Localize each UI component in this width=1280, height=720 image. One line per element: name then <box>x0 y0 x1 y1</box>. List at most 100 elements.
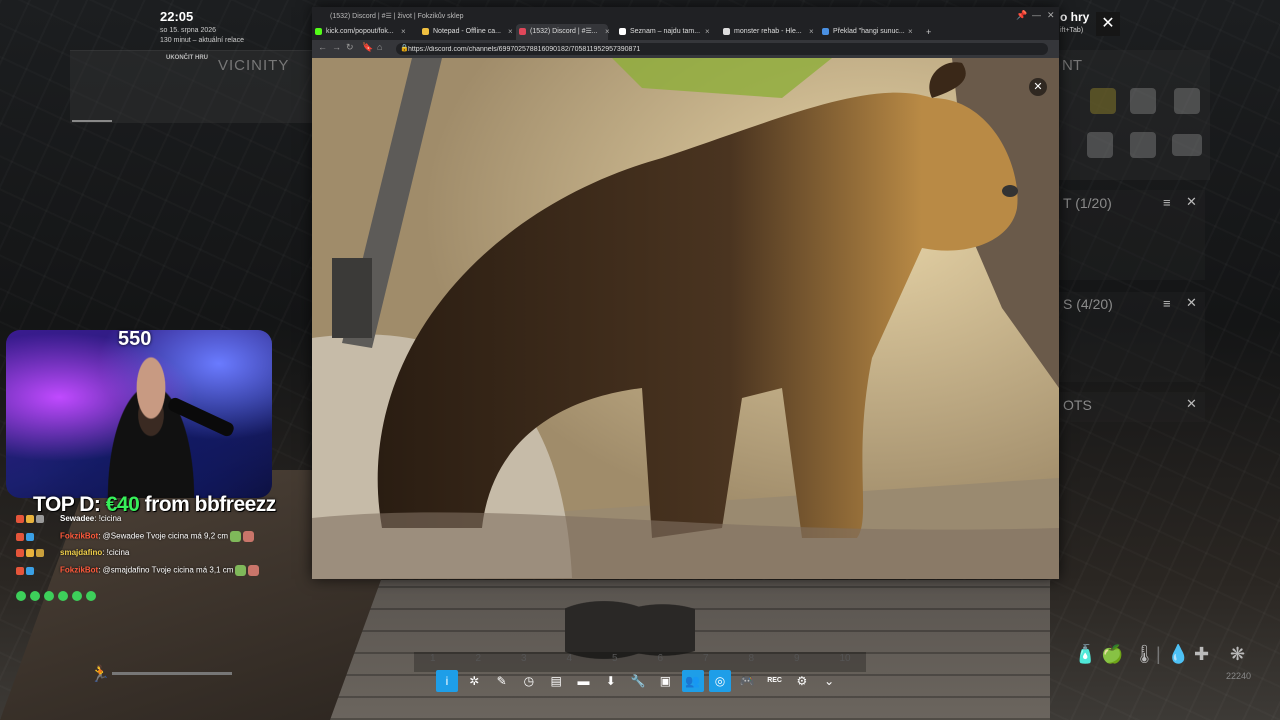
clock-icon[interactable]: ◷ <box>518 670 540 692</box>
tab-close-icon[interactable]: × <box>908 24 913 40</box>
tab-0[interactable]: kick.com/popout/fok... <box>312 24 404 40</box>
controller-icon[interactable]: 🎮 <box>736 670 758 692</box>
image-close-button[interactable]: ✕ <box>1029 78 1047 96</box>
tab-close-icon[interactable]: × <box>508 24 513 40</box>
hotbar-slot[interactable]: 8 <box>749 653 791 671</box>
badge-icon <box>16 514 24 523</box>
tab-1[interactable]: Notepad - Offline ca... <box>419 24 511 40</box>
wrench-icon[interactable]: 🔧 <box>627 670 649 692</box>
end-game-button[interactable]: UKONČIT HRU <box>166 55 208 61</box>
inventory-title-1: T (1/20) <box>1063 195 1112 211</box>
session-text: 130 minut – aktuální relace <box>160 37 245 44</box>
tab-favicon-icon <box>619 28 626 35</box>
badge-icon <box>26 514 34 523</box>
tab-close-icon[interactable]: × <box>809 24 814 40</box>
game-shortcut-hint: ift+Tab) <box>1060 27 1084 34</box>
friends-icon[interactable]: 👥 <box>681 670 704 692</box>
chat-username[interactable]: Sewadee <box>60 514 94 523</box>
tab-strip: kick.com/popout/fok... × Notepad - Offline… <box>312 24 1059 40</box>
hat-slot-icon[interactable] <box>1174 88 1200 114</box>
inventory-title-2: S (4/20) <box>1063 296 1113 312</box>
minimize-icon[interactable]: — <box>1032 10 1041 20</box>
water-drop-icon: 💧 <box>1167 644 1190 664</box>
close-icon[interactable]: ✕ <box>1186 194 1197 210</box>
screenshot-icon[interactable]: ▣ <box>654 670 676 692</box>
badge-icon <box>16 566 24 575</box>
home-icon[interactable]: ⌂ <box>377 42 382 52</box>
badge-icon <box>26 532 34 541</box>
badge-icon <box>26 566 34 575</box>
vicinity-bar <box>72 120 112 122</box>
chat-message: FokzikBot: @Sewadee Tvoje cicina má 9,2 … <box>16 531 255 542</box>
hotbar-slot[interactable]: 5 <box>612 653 654 671</box>
url-input[interactable] <box>396 43 1048 55</box>
armband-slot-icon[interactable] <box>1172 134 1202 156</box>
forward-icon[interactable]: → <box>332 42 341 52</box>
stamina-bar <box>112 672 232 675</box>
sort-icon[interactable]: ≡ <box>1163 195 1171 210</box>
tab-close-icon[interactable]: × <box>401 24 406 40</box>
emote-icon <box>243 531 255 542</box>
top-donation-prefix: TOP D: <box>33 493 106 516</box>
pin-icon[interactable]: 📌 <box>1016 10 1027 21</box>
headphones-slot-icon[interactable] <box>1130 132 1156 158</box>
emote-icon <box>235 565 247 576</box>
hotbar-slot[interactable]: 1 <box>430 653 472 671</box>
close-icon[interactable]: ✕ <box>1186 396 1197 412</box>
bear-photo <box>312 58 1059 579</box>
shirt-slot-icon[interactable] <box>1087 132 1113 158</box>
badge-icon <box>26 548 34 557</box>
bookmark-icon[interactable]: 🔖 <box>362 42 373 53</box>
hotbar-slot[interactable]: 3 <box>521 653 563 671</box>
head-slot-icon[interactable] <box>1090 88 1116 114</box>
reload-icon[interactable]: ↻ <box>346 42 354 53</box>
image-viewer[interactable]: ✕ <box>312 58 1059 579</box>
settings-icon[interactable]: ⚙ <box>791 670 813 692</box>
chat-username[interactable]: FokzikBot <box>60 566 98 575</box>
chat-message: FokzikBot: @smajdafino Tvoje cicina má 3… <box>16 565 260 576</box>
chat-text: : !cicina <box>94 514 122 523</box>
chat-username[interactable]: FokzikBot <box>60 532 98 541</box>
chat-icon[interactable]: ▬ <box>573 670 595 692</box>
tab-3[interactable]: Seznam – najdu tam... <box>616 24 708 40</box>
hotbar-slot[interactable]: 6 <box>658 653 700 671</box>
close-icon[interactable]: ✕ <box>1186 295 1197 311</box>
vest-slot-icon[interactable] <box>1130 88 1156 114</box>
date-text: so 15. srpna 2026 <box>160 27 217 34</box>
thermometer-icon: 🌡 <box>1133 644 1156 664</box>
top-donation-amount: €40 <box>105 493 140 516</box>
record-icon[interactable]: REC <box>764 670 786 692</box>
sort-icon[interactable]: ≡ <box>1163 296 1171 311</box>
hotbar-slot[interactable]: 4 <box>567 653 609 671</box>
achievements-icon[interactable]: ✲ <box>463 670 485 692</box>
tab-2[interactable]: (1532) Discord | #☰... <box>516 24 608 40</box>
notes-icon[interactable]: ▤ <box>545 670 567 692</box>
hotbar-slot[interactable]: 10 <box>840 653 882 671</box>
browser-window[interactable]: (1532) Discord | #☰ | život | Fokzikův s… <box>312 7 1059 579</box>
chat-badges <box>16 566 60 575</box>
hotbar-slot[interactable]: 2 <box>476 653 518 671</box>
bottle-icon: 🧴 <box>1074 644 1097 664</box>
info-icon[interactable]: i <box>436 670 458 692</box>
hotbar-slot[interactable]: 7 <box>703 653 745 671</box>
pencil-icon[interactable]: ✎ <box>491 670 513 692</box>
tab-close-icon[interactable]: × <box>705 24 710 40</box>
close-overlay-button[interactable]: ✕ <box>1096 12 1120 36</box>
emote-icon <box>248 565 260 576</box>
tab-label: monster rehab - Hle... <box>734 28 802 35</box>
tab-label: (1532) Discord | #☰... <box>530 28 598 35</box>
chat-username[interactable]: smajdafino <box>60 548 102 557</box>
tab-favicon-icon <box>723 28 730 35</box>
back-icon[interactable]: ← <box>318 42 327 52</box>
tab-5[interactable]: Překlad "hangi sunuc... <box>819 24 911 40</box>
tab-close-icon[interactable]: × <box>605 24 610 40</box>
close-window-icon[interactable]: ✕ <box>1047 10 1055 21</box>
download-icon[interactable]: ⬇ <box>600 670 622 692</box>
tab-4[interactable]: monster rehab - Hle... <box>720 24 812 40</box>
minimize-icon[interactable]: ⌄ <box>818 670 840 692</box>
hotbar-slot[interactable]: 9 <box>794 653 836 671</box>
new-tab-button[interactable]: + <box>926 24 931 40</box>
browser-icon[interactable]: ◎ <box>709 670 731 692</box>
tab-favicon-icon <box>822 28 829 35</box>
badge-icon <box>16 548 24 557</box>
